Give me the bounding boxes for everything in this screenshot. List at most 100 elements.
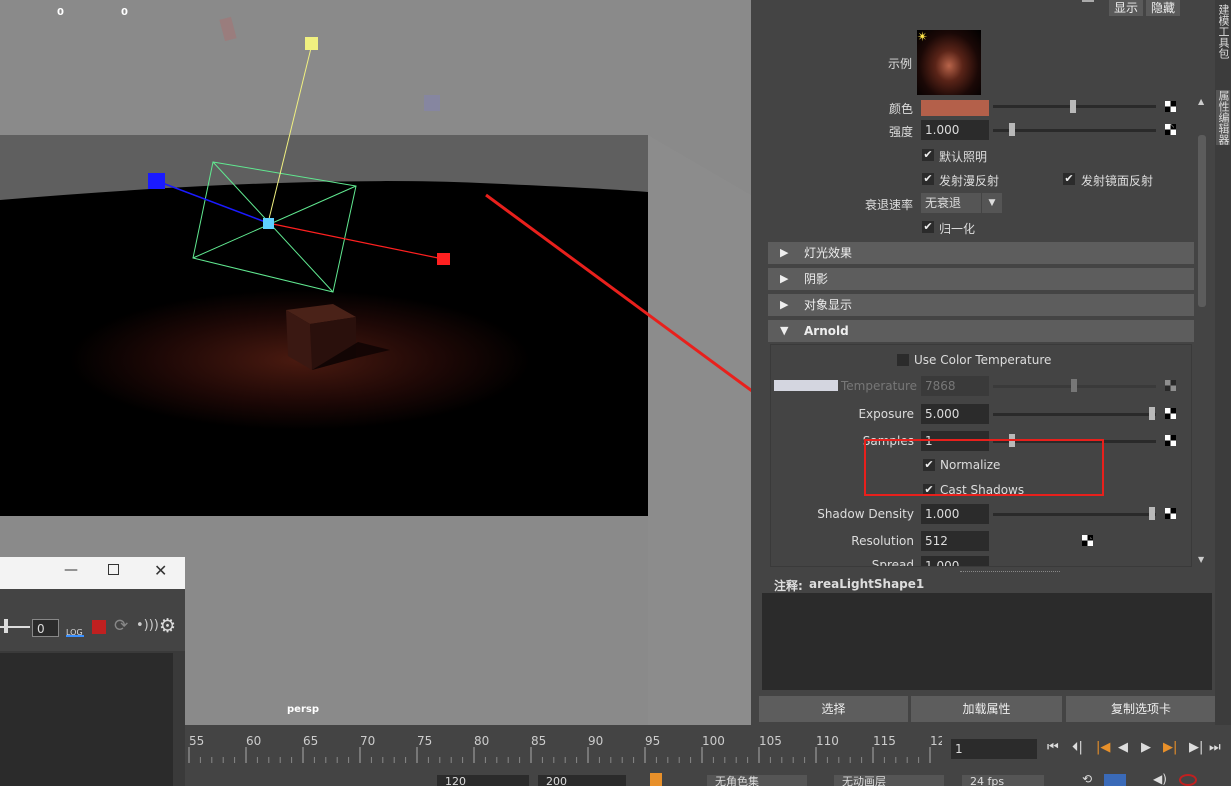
chevron-down-icon[interactable]: ▼ <box>982 193 1002 213</box>
range-field-1[interactable]: 120 <box>437 775 529 786</box>
floating-window[interactable]: — ✕ 0 LOG ⟳ •))) ⚙ <box>0 557 185 786</box>
color-swatch[interactable] <box>921 100 989 116</box>
side-tab-attribute-editor[interactable]: 属性编辑器 <box>1216 90 1230 145</box>
fps-dropdown[interactable]: 24 fps <box>962 775 1044 786</box>
spread-field[interactable]: 1.000 <box>921 556 989 566</box>
shadow-density-map-icon[interactable] <box>1165 508 1176 519</box>
resolution-field[interactable]: 512 <box>921 531 989 551</box>
sound-icon[interactable]: ◀) <box>1153 772 1167 786</box>
intensity-map-icon[interactable] <box>1165 124 1176 135</box>
hide-button[interactable]: 隐藏 <box>1146 0 1180 16</box>
hud-value-2: 0 <box>121 7 128 18</box>
auto-key-icon[interactable] <box>650 773 662 786</box>
color-slider-knob[interactable] <box>1070 100 1076 113</box>
shadow-density-slider[interactable] <box>993 513 1156 516</box>
refresh-icon[interactable]: ⟳ <box>114 616 128 636</box>
record-icon[interactable] <box>1179 774 1197 786</box>
close-icon[interactable]: ✕ <box>154 561 167 580</box>
show-button[interactable]: 显示 <box>1109 0 1143 16</box>
go-to-end-icon[interactable]: ⏭ <box>1209 740 1221 755</box>
anim-layer-dropdown[interactable]: 无动画层 <box>834 775 944 786</box>
use-color-temperature-checkbox[interactable] <box>897 354 909 366</box>
log-label: LOG <box>66 628 83 637</box>
loop-icon[interactable]: ⟲ <box>1082 772 1092 786</box>
settings-icon[interactable]: ⚙ <box>159 615 176 637</box>
scroll-down-icon[interactable]: ▼ <box>1198 555 1204 564</box>
sample-label: 示例 <box>887 57 912 71</box>
frame-field[interactable]: 0 <box>32 619 59 637</box>
copy-tab-button[interactable]: 复制选项卡 <box>1066 696 1216 722</box>
normalize-cn-checkbox[interactable]: ✔ <box>922 221 934 233</box>
exposure-map-icon[interactable] <box>1165 408 1176 419</box>
scroll-up-icon[interactable]: ▲ <box>1198 97 1204 106</box>
intensity-slider-knob[interactable] <box>1009 123 1015 136</box>
default-lighting-checkbox[interactable]: ✔ <box>922 149 934 161</box>
expand-icon: ▶ <box>780 246 789 259</box>
section-arnold[interactable]: ▼ Arnold <box>768 320 1194 342</box>
notes-label: 注释: <box>774 579 803 593</box>
go-to-start-icon[interactable]: ⏮ <box>1047 740 1059 755</box>
shadow-density-slider-knob[interactable] <box>1149 507 1155 520</box>
minimize-icon[interactable]: — <box>64 562 78 578</box>
graph-icon[interactable] <box>1104 774 1126 786</box>
temperature-slider-knob <box>1071 379 1077 392</box>
exposure-field[interactable]: 5.000 <box>921 404 989 424</box>
slider-mini-knob[interactable] <box>4 619 8 633</box>
timeline-tick-label: 105 <box>759 734 782 748</box>
exposure-slider[interactable] <box>993 413 1156 416</box>
scroll-thumb[interactable] <box>1198 135 1206 307</box>
step-forward-keyframe-icon[interactable]: ▶| <box>1163 740 1177 755</box>
emit-diffuse-label: 发射漫反射 <box>939 174 1000 188</box>
play-backward-icon[interactable]: ◀ <box>1118 740 1128 755</box>
record-stop-icon[interactable] <box>92 620 106 634</box>
decay-rate-dropdown[interactable]: 无衰退 <box>921 193 981 213</box>
window-content <box>0 653 173 786</box>
current-frame-field[interactable]: 1 <box>951 739 1037 759</box>
range-field-2[interactable]: 200 <box>538 775 626 786</box>
intensity-slider[interactable] <box>993 129 1156 132</box>
step-back-keyframe-icon[interactable]: |◀ <box>1096 740 1110 755</box>
step-forward-key-icon[interactable]: ▶| <box>1189 740 1203 755</box>
time-slider[interactable]: 55 60 65 70 75 80 85 90 95 100 105 110 115 120 <box>185 725 942 765</box>
notes-node-name: areaLightShape1 <box>809 577 925 591</box>
timeline-tick-label: 70 <box>360 734 375 748</box>
timeline-tick-label: 90 <box>588 734 603 748</box>
temperature-map-icon <box>1165 380 1176 391</box>
color-map-icon[interactable] <box>1165 101 1176 112</box>
spread-row-clip: Spread 1.000 <box>770 556 1192 566</box>
shadow-density-label: Shadow Density <box>817 507 914 521</box>
timeline-tick-label: 55 <box>189 734 204 748</box>
notes-textarea[interactable] <box>762 593 1212 690</box>
timeline-tick-label: 120 <box>930 734 942 748</box>
maximize-icon[interactable] <box>108 564 119 575</box>
play-forward-icon[interactable]: ▶ <box>1141 740 1151 755</box>
resize-handle[interactable] <box>960 571 1060 573</box>
collapse-icon: ▼ <box>780 324 789 337</box>
color-label: 颜色 <box>888 102 913 116</box>
intensity-field[interactable]: 1.000 <box>921 120 989 140</box>
step-back-key-icon[interactable]: ⏴| <box>1072 740 1083 755</box>
exposure-slider-knob[interactable] <box>1149 407 1155 420</box>
emit-specular-checkbox[interactable]: ✔ <box>1063 173 1075 185</box>
samples-map-icon[interactable] <box>1165 435 1176 446</box>
load-attributes-button[interactable]: 加载属性 <box>911 696 1062 722</box>
scrollbar[interactable]: ▲ ▼ <box>1196 97 1210 567</box>
section-shadows[interactable]: ▶ 阴影 <box>768 268 1194 290</box>
temperature-swatch <box>774 380 838 391</box>
emit-diffuse-checkbox[interactable]: ✔ <box>922 173 934 185</box>
broadcast-icon[interactable]: •))) <box>136 618 159 633</box>
default-lighting-label: 默认照明 <box>939 150 988 164</box>
section-light-effects[interactable]: ▶ 灯光效果 <box>768 242 1194 264</box>
section-label: 对象显示 <box>804 298 853 312</box>
shadow-density-field[interactable]: 1.000 <box>921 504 989 524</box>
center-handle <box>263 218 274 229</box>
section-object-display[interactable]: ▶ 对象显示 <box>768 294 1194 316</box>
section-label: 阴影 <box>804 272 829 286</box>
character-set-dropdown[interactable]: 无角色集 <box>707 775 807 786</box>
temperature-field: 7868 <box>921 376 989 396</box>
resolution-map-icon[interactable] <box>1082 535 1093 546</box>
y-axis-handle <box>305 37 318 50</box>
select-button[interactable]: 选择 <box>759 696 908 722</box>
sample-swatch: ✴ <box>917 30 981 95</box>
side-tab-modeling-toolkit[interactable]: 建模工具包 <box>1216 4 1230 59</box>
